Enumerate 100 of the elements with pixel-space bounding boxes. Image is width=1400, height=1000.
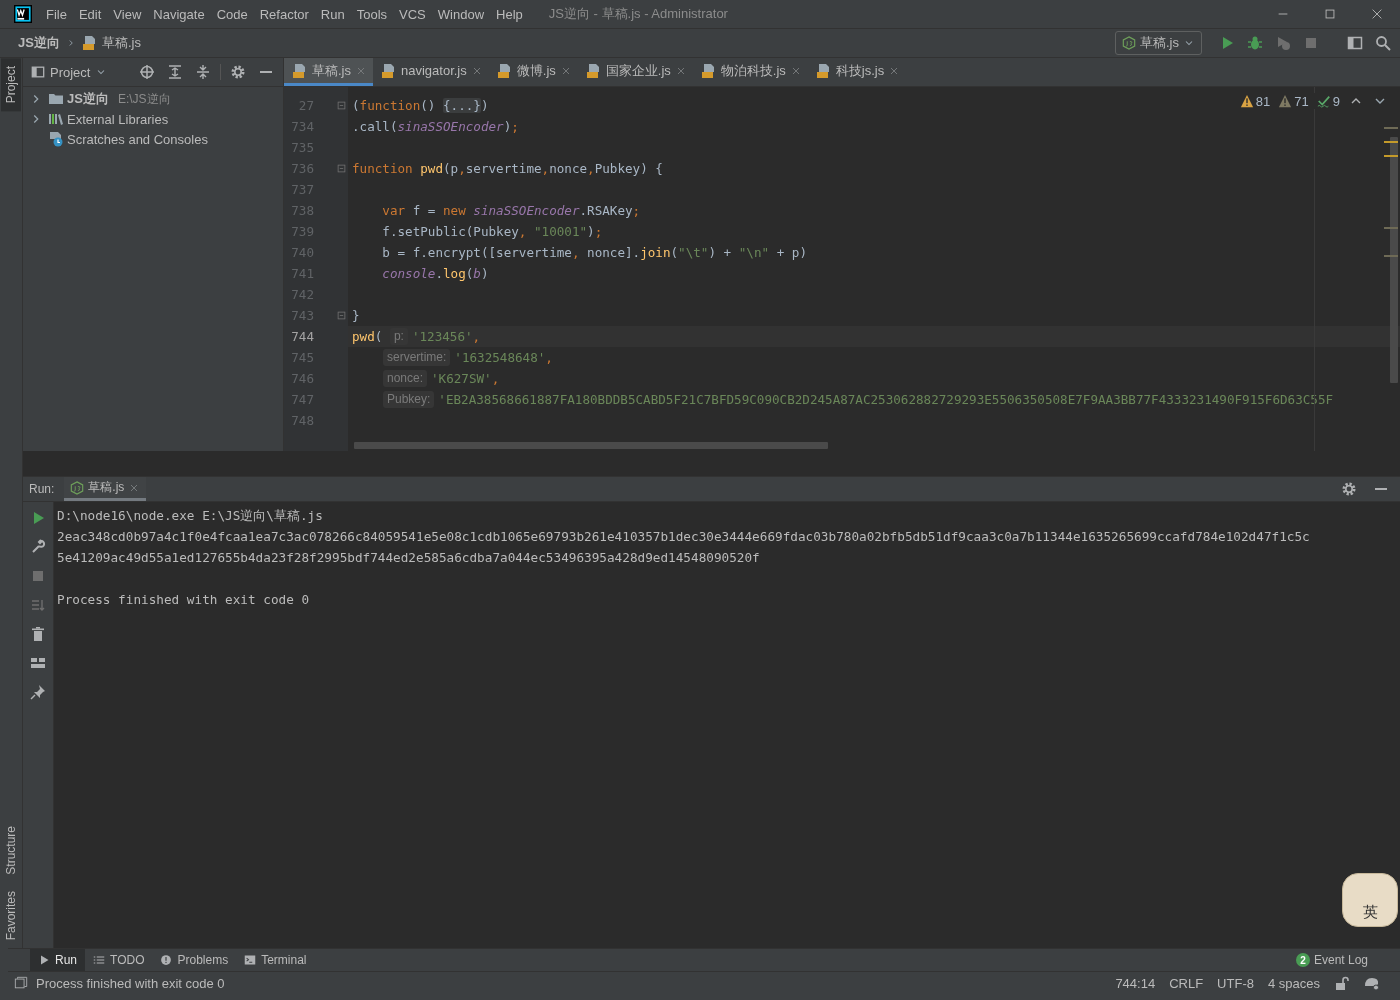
editor-tab[interactable]: 微博.js: [488, 58, 578, 86]
menu-item[interactable]: Code: [210, 6, 254, 22]
menu-item[interactable]: Tools: [350, 6, 394, 22]
layout-icon[interactable]: [1347, 35, 1363, 51]
tree-item[interactable]: Scratches and Consoles: [67, 131, 208, 147]
menu-item[interactable]: Run: [314, 6, 351, 22]
list-icon: [93, 954, 105, 966]
debug-icon[interactable]: [1247, 35, 1263, 51]
inspection-counter[interactable]: 81: [1239, 93, 1271, 109]
folder-path: E:\JS逆向: [117, 90, 171, 108]
file-encoding[interactable]: UTF-8: [1217, 975, 1254, 991]
event-log-link[interactable]: Event Log: [1313, 953, 1368, 967]
menu-item[interactable]: View: [107, 6, 148, 22]
pin-icon[interactable]: [30, 684, 46, 700]
menu-item[interactable]: Window: [431, 6, 491, 22]
code-line: console.log(b): [381, 266, 489, 281]
expand-all-icon[interactable]: [167, 64, 183, 80]
inspector-icon[interactable]: [1364, 975, 1380, 991]
code-line: }: [351, 308, 360, 323]
fold-marker-icon[interactable]: [336, 164, 346, 173]
inspection-counter[interactable]: 9: [1316, 93, 1340, 109]
status-toggle-icon[interactable]: [14, 976, 28, 990]
ime-badge[interactable]: 英: [1342, 873, 1398, 927]
search-icon[interactable]: [1375, 35, 1391, 51]
breadcrumb[interactable]: 草稿.js: [81, 34, 141, 52]
editor-tab[interactable]: 国家企业.js: [577, 58, 693, 86]
console-output: 2eac348cd0b97a4c1f0e4fcaa1ea7c3ac078266c84059541e5e08c1cdb1065e69793b261e410357b1dec30e3444e669fdac03b780a02bfb5db51df9caa3c0a7b11344e1635265699ccafd784e102d47f1c5c: [57, 528, 1310, 546]
problems-icon: [160, 954, 173, 966]
project-view-dropdown[interactable]: Project: [31, 64, 108, 80]
code-line: pwd( p: '123456',: [351, 328, 481, 345]
fold-marker-icon[interactable]: [336, 101, 346, 110]
node-icon: [70, 480, 85, 495]
tool-window-tab[interactable]: Favorites: [1, 882, 21, 948]
status-message: Process finished with exit code 0: [36, 975, 225, 991]
editor-tab[interactable]: 草稿.js: [284, 58, 373, 86]
menu-item[interactable]: Edit: [72, 6, 108, 22]
breadcrumb[interactable]: JS逆向: [18, 34, 60, 52]
js-file-icon: [585, 62, 602, 79]
js-file-icon: [292, 62, 308, 79]
menu-item[interactable]: Refactor: [253, 6, 315, 22]
maximize-icon[interactable]: [1322, 7, 1337, 21]
process-tab[interactable]: 草稿.js: [64, 477, 147, 501]
locate-icon[interactable]: [139, 64, 155, 80]
console-output: 5e41209ac49d55a1ed127655b4da23f28f2995bdf744ed2e585a6cdba7a044ec53496395a428d9ed14548090520f: [57, 549, 761, 567]
line-separator[interactable]: CRLF: [1169, 975, 1204, 991]
settings-icon[interactable]: [1341, 481, 1357, 497]
tree-item[interactable]: JS逆向: [67, 90, 109, 108]
code-line: nonce: 'K627SW',: [349, 370, 500, 387]
panel-icon: [31, 65, 45, 79]
tool-window-tab[interactable]: TODO: [85, 949, 153, 971]
sort-icon[interactable]: [30, 597, 46, 613]
collapse-all-icon[interactable]: [195, 64, 211, 80]
typo-check-icon: [1316, 94, 1331, 108]
tree-item[interactable]: External Libraries: [67, 111, 169, 127]
folder-icon: [48, 91, 64, 107]
layout-icon[interactable]: [30, 655, 46, 671]
trash-icon[interactable]: [30, 626, 46, 642]
node-icon: [1122, 36, 1136, 50]
line-number: 744: [290, 329, 314, 344]
console-output: Process finished with exit code 0: [57, 591, 311, 609]
horizontal-scrollbar[interactable]: [354, 442, 828, 449]
lock-icon[interactable]: [1334, 975, 1350, 991]
caret-position[interactable]: 744:14: [1115, 975, 1156, 991]
coverage-icon[interactable]: [1275, 35, 1291, 51]
library-icon: [48, 111, 64, 127]
indent-setting[interactable]: 4 spaces: [1267, 975, 1320, 991]
code-line: .call(sinaSSOEncoder);: [351, 119, 519, 134]
play-icon: [38, 954, 50, 966]
code-line: Pubkey: 'EB2A38568661887FA180BDDB5CABD5F21C7BFD59C090CB2D245A87AC253062882729293E5506350508E7F9AA3BB77F4333231490F915F6D63C55F: [349, 391, 1334, 408]
tool-window-tab[interactable]: Project: [1, 58, 21, 112]
editor-tab[interactable]: 科技js.js: [807, 58, 907, 86]
run-config-dropdown[interactable]: 草稿.js: [1115, 31, 1202, 55]
notification-count: 2: [1295, 953, 1310, 967]
js-file-icon: [496, 62, 513, 79]
code-line: b = f.encrypt([servertime, nonce].join("\t") + "\n" + p): [381, 245, 808, 260]
js-file-icon: [81, 35, 98, 51]
settings-icon[interactable]: [230, 64, 246, 80]
menu-item[interactable]: VCS: [393, 6, 432, 22]
menu-item[interactable]: Navigate: [147, 6, 211, 22]
code-line: var f = new sinaSSOEncoder.RSAKey;: [381, 203, 641, 218]
code-line: f.setPublic(Pubkey, "10001");: [381, 224, 603, 239]
tool-window-tab[interactable]: Terminal: [236, 949, 315, 971]
app-logo-icon: [14, 5, 32, 23]
tool-window-tab[interactable]: Structure: [1, 817, 21, 883]
menu-item[interactable]: Help: [490, 6, 529, 22]
js-file-icon: [381, 62, 397, 79]
menu-item[interactable]: File: [40, 6, 73, 22]
tool-window-tab[interactable]: Run: [30, 949, 85, 971]
js-file-icon: [815, 62, 832, 79]
code-line: (function() {...}): [351, 98, 489, 113]
inspection-counter[interactable]: 71: [1278, 93, 1309, 109]
vertical-scrollbar[interactable]: [1390, 137, 1398, 383]
fold-marker-icon[interactable]: [336, 311, 346, 320]
editor-tab[interactable]: 物泊科技.js: [692, 58, 808, 86]
stop-icon[interactable]: [30, 568, 46, 584]
tool-window-tab[interactable]: Problems: [152, 949, 237, 971]
wrench-icon[interactable]: [30, 539, 46, 555]
editor-tab[interactable]: navigator.js: [373, 58, 489, 86]
terminal-icon: [244, 954, 257, 966]
stop-icon[interactable]: [1303, 35, 1319, 51]
